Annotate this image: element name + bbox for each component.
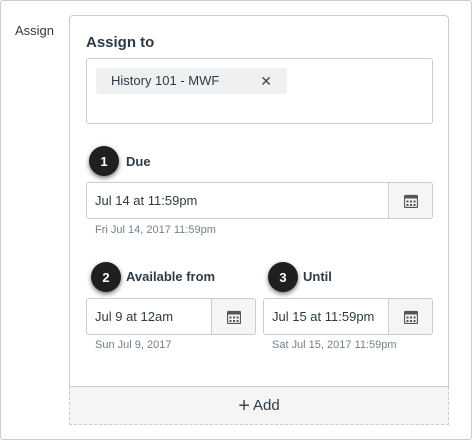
available-from-value[interactable]: Jul 9 at 12am <box>87 299 211 334</box>
available-from-hint: Sun Jul 9, 2017 <box>95 339 172 351</box>
calendar-icon <box>403 194 418 208</box>
until-date-field[interactable]: Jul 15 at 11:59pm <box>263 298 433 335</box>
due-date-field[interactable]: Jul 14 at 11:59pm <box>86 182 433 219</box>
add-assignment-button[interactable]: + Add <box>69 387 449 425</box>
due-date-hint: Fri Jul 14, 2017 11:59pm <box>95 224 216 236</box>
due-calendar-button[interactable] <box>388 183 432 218</box>
assign-to-input[interactable]: History 101 - MWF ✕ <box>86 58 433 124</box>
calendar-icon <box>226 310 241 324</box>
step-badge-2: 2 <box>91 262 121 292</box>
due-label: Due <box>126 154 151 169</box>
available-from-label: Available from <box>126 269 216 284</box>
until-label: Until <box>303 269 332 284</box>
available-from-field[interactable]: Jul 9 at 12am <box>86 298 256 335</box>
due-date-value[interactable]: Jul 14 at 11:59pm <box>87 183 388 218</box>
until-date-value[interactable]: Jul 15 at 11:59pm <box>264 299 388 334</box>
assign-section-label: Assign <box>15 23 55 38</box>
step-badge-1: 1 <box>89 146 119 176</box>
until-date-hint: Sat Jul 15, 2017 11:59pm <box>272 339 397 351</box>
plus-icon: + <box>238 394 250 417</box>
assignee-tag: History 101 - MWF ✕ <box>96 68 287 94</box>
assign-card: Assign to History 101 - MWF ✕ 1 Due Jul … <box>69 15 449 387</box>
assign-to-heading: Assign to <box>86 34 155 51</box>
available-from-calendar-button[interactable] <box>211 299 255 334</box>
until-calendar-button[interactable] <box>388 299 432 334</box>
calendar-icon <box>403 310 418 324</box>
assignee-tag-label: History 101 - MWF <box>111 73 220 88</box>
step-badge-3: 3 <box>268 262 298 292</box>
add-button-label: Add <box>252 397 280 414</box>
close-icon[interactable]: ✕ <box>260 68 272 94</box>
